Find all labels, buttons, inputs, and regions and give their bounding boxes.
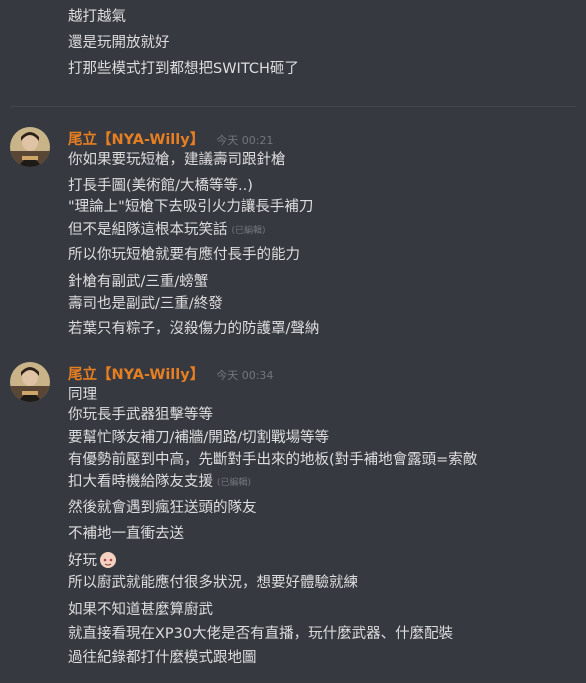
timestamp: 今天 00:34 [216,369,274,382]
message-header: 尾立【NYA-Willy】 今天 00:21 [68,128,273,149]
message-line: 若葉只有粽子，沒殺傷力的防護罩/聲納 [68,321,320,337]
message-line: 還是玩開放就好 [68,35,170,51]
message-line: 然後就會遇到瘋狂送頭的隊友 [68,500,257,516]
message-line: 所以你玩短槍就要有應付長手的能力 [68,247,300,263]
message-divider [10,106,576,107]
message-line: "理論上"短槍下去吸引火力讓長手補刀 [68,199,314,215]
message-text: 好玩 [68,553,97,569]
message-line: 有優勢前壓到中高，先斷對手出來的地板(對手補地會露頭=索敵 [68,452,478,468]
avatar-image [10,127,50,167]
message-line: 但不是組隊這根本玩笑話 (已編輯) [68,220,266,241]
message-line: 越打越氣 [68,9,126,25]
message-header: 尾立【NYA-Willy】 今天 00:34 [68,363,273,384]
message-line: 所以廚武就能應付很多狀況，想要好體驗就練 [68,575,358,591]
message-line: 你玩長手武器狙擊等等 [68,407,213,423]
message-line: 你如果要玩短槍，建議壽司跟針槍 [68,152,286,168]
message-line: 壽司也是副武/三重/終發 [68,296,223,312]
message-line: 不補地一直衝去送 [68,526,184,542]
edited-label: (已編輯) [217,478,252,488]
message-line: 如果不知道甚麼算廚武 [68,602,213,618]
username[interactable]: 尾立【NYA-Willy】 [68,367,204,383]
user-avatar[interactable] [10,127,50,167]
message-text: 但不是組隊這根本玩笑話 [68,222,228,238]
avatar-image [10,362,50,402]
message-text: 扣大看時機給隊友支援 [68,474,213,490]
message-line: 要幫忙隊友補刀/補牆/開路/切割戰場等等 [68,430,330,446]
message-line: 同理 [68,387,97,403]
message-line: 扣大看時機給隊友支援 (已編輯) [68,472,251,493]
username[interactable]: 尾立【NYA-Willy】 [68,132,204,148]
message-line: 過往紀錄都打什麼模式跟地圖 [68,650,257,666]
message-line: 就直接看現在XP30大佬是否有直播，玩什麼武器、什麼配裝 [68,626,454,642]
custom-emoji-icon[interactable] [98,549,118,569]
message-line: 打長手圖(美術館/大橋等等..) [68,178,253,194]
timestamp: 今天 00:21 [216,134,274,147]
message-line: 打那些模式打到都想把SWITCH砸了 [68,61,299,77]
edited-label: (已編輯) [231,226,266,236]
message-line: 針槍有副武/三重/螃蟹 [68,274,209,290]
message-line: 好玩 [68,549,118,571]
user-avatar[interactable] [10,362,50,402]
